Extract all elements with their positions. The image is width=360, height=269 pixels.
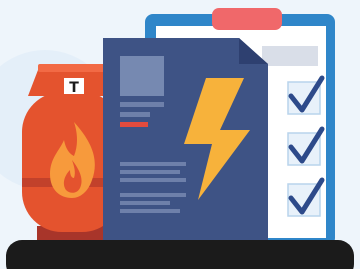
document-image-placeholder [120, 56, 164, 96]
document-text-line [120, 162, 186, 166]
checklist-item [287, 75, 325, 115]
document-text-line [120, 193, 186, 197]
document-text-line [120, 178, 186, 182]
ground-bar [6, 240, 354, 269]
document-text-line [120, 201, 170, 205]
document-text-line [120, 112, 150, 117]
checklist-item [287, 126, 325, 166]
checklist-item [287, 177, 325, 217]
energy-document [103, 38, 268, 246]
document-text-line [120, 170, 180, 174]
cylinder-collar-rim [38, 64, 106, 72]
clipboard-clip [212, 8, 282, 30]
valve-letter: T [69, 80, 79, 96]
illustration-canvas: T [0, 0, 360, 269]
document-text-line [120, 209, 180, 213]
document-text-line [120, 102, 164, 107]
document-accent-line [120, 122, 148, 127]
clipboard-header-bar [262, 46, 318, 66]
